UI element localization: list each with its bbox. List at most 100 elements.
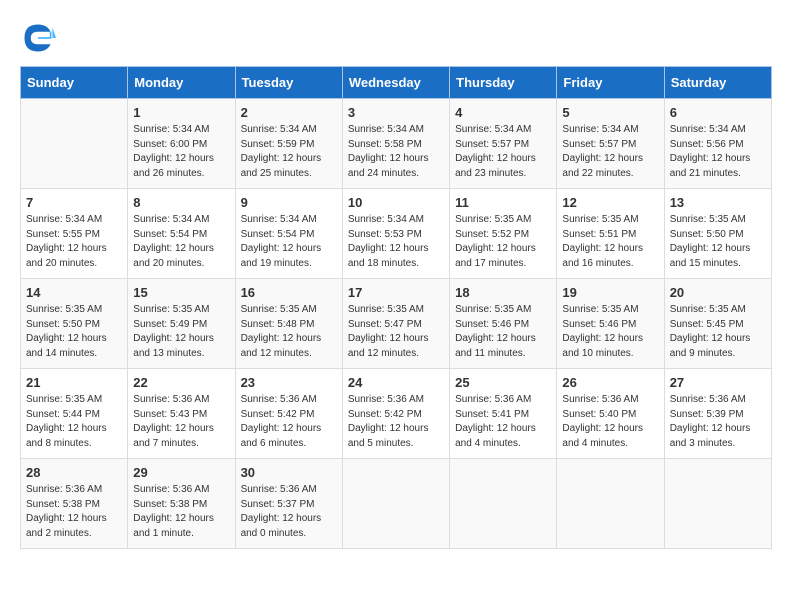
day-number: 17 [348,285,444,300]
day-info: Sunrise: 5:35 AM Sunset: 5:51 PM Dayligh… [562,213,658,271]
calendar-cell: 1 Sunrise: 5:34 AM Sunset: 6:00 PM Daylig… [128,99,235,189]
day-info: Sunrise: 5:34 AM Sunset: 5:55 PM Dayligh… [26,213,122,271]
day-info: Sunrise: 5:34 AM Sunset: 5:54 PM Dayligh… [241,213,337,271]
day-number: 3 [348,105,444,120]
day-number: 23 [241,375,337,390]
day-number: 2 [241,105,337,120]
day-info: Sunrise: 5:36 AM Sunset: 5:42 PM Dayligh… [348,393,444,451]
day-info: Sunrise: 5:34 AM Sunset: 5:57 PM Dayligh… [562,123,658,181]
day-info: Sunrise: 5:36 AM Sunset: 5:43 PM Dayligh… [133,393,229,451]
day-number: 15 [133,285,229,300]
day-number: 19 [562,285,658,300]
day-number: 29 [133,465,229,480]
day-number: 24 [348,375,444,390]
day-info: Sunrise: 5:36 AM Sunset: 5:42 PM Dayligh… [241,393,337,451]
day-number: 30 [241,465,337,480]
day-number: 27 [670,375,766,390]
calendar-week-3: 14 Sunrise: 5:35 AM Sunset: 5:50 PM Dayli… [21,279,772,369]
calendar-cell [557,459,664,549]
calendar-cell: 22 Sunrise: 5:36 AM Sunset: 5:43 PM Dayli… [128,369,235,459]
day-info: Sunrise: 5:36 AM Sunset: 5:38 PM Dayligh… [26,483,122,541]
day-info: Sunrise: 5:35 AM Sunset: 5:48 PM Dayligh… [241,303,337,361]
day-info: Sunrise: 5:34 AM Sunset: 5:58 PM Dayligh… [348,123,444,181]
calendar-cell: 17 Sunrise: 5:35 AM Sunset: 5:47 PM Dayli… [342,279,449,369]
calendar-cell: 29 Sunrise: 5:36 AM Sunset: 5:38 PM Dayli… [128,459,235,549]
day-info: Sunrise: 5:35 AM Sunset: 5:47 PM Dayligh… [348,303,444,361]
page-header [20,20,772,56]
day-info: Sunrise: 5:34 AM Sunset: 5:53 PM Dayligh… [348,213,444,271]
day-number: 21 [26,375,122,390]
calendar-cell: 12 Sunrise: 5:35 AM Sunset: 5:51 PM Dayli… [557,189,664,279]
day-number: 8 [133,195,229,210]
day-info: Sunrise: 5:35 AM Sunset: 5:46 PM Dayligh… [455,303,551,361]
day-info: Sunrise: 5:34 AM Sunset: 5:56 PM Dayligh… [670,123,766,181]
day-info: Sunrise: 5:36 AM Sunset: 5:38 PM Dayligh… [133,483,229,541]
day-info: Sunrise: 5:36 AM Sunset: 5:40 PM Dayligh… [562,393,658,451]
day-number: 18 [455,285,551,300]
day-number: 7 [26,195,122,210]
col-header-saturday: Saturday [664,67,771,99]
calendar-header-row: SundayMondayTuesdayWednesdayThursdayFrid… [21,67,772,99]
calendar-cell: 3 Sunrise: 5:34 AM Sunset: 5:58 PM Daylig… [342,99,449,189]
calendar-cell [450,459,557,549]
day-info: Sunrise: 5:35 AM Sunset: 5:50 PM Dayligh… [26,303,122,361]
calendar-cell: 24 Sunrise: 5:36 AM Sunset: 5:42 PM Dayli… [342,369,449,459]
day-number: 28 [26,465,122,480]
calendar-cell: 10 Sunrise: 5:34 AM Sunset: 5:53 PM Dayli… [342,189,449,279]
day-number: 20 [670,285,766,300]
col-header-friday: Friday [557,67,664,99]
calendar-cell: 19 Sunrise: 5:35 AM Sunset: 5:46 PM Dayli… [557,279,664,369]
calendar-cell: 20 Sunrise: 5:35 AM Sunset: 5:45 PM Dayli… [664,279,771,369]
day-number: 22 [133,375,229,390]
day-info: Sunrise: 5:35 AM Sunset: 5:50 PM Dayligh… [670,213,766,271]
day-number: 14 [26,285,122,300]
day-number: 12 [562,195,658,210]
calendar-cell: 7 Sunrise: 5:34 AM Sunset: 5:55 PM Daylig… [21,189,128,279]
calendar-cell: 13 Sunrise: 5:35 AM Sunset: 5:50 PM Dayli… [664,189,771,279]
day-info: Sunrise: 5:36 AM Sunset: 5:41 PM Dayligh… [455,393,551,451]
day-number: 10 [348,195,444,210]
col-header-tuesday: Tuesday [235,67,342,99]
day-number: 4 [455,105,551,120]
day-info: Sunrise: 5:34 AM Sunset: 5:57 PM Dayligh… [455,123,551,181]
calendar-cell [664,459,771,549]
col-header-monday: Monday [128,67,235,99]
calendar-cell: 9 Sunrise: 5:34 AM Sunset: 5:54 PM Daylig… [235,189,342,279]
day-number: 6 [670,105,766,120]
day-number: 13 [670,195,766,210]
calendar-week-5: 28 Sunrise: 5:36 AM Sunset: 5:38 PM Dayli… [21,459,772,549]
day-info: Sunrise: 5:34 AM Sunset: 5:59 PM Dayligh… [241,123,337,181]
col-header-sunday: Sunday [21,67,128,99]
day-number: 11 [455,195,551,210]
day-number: 25 [455,375,551,390]
calendar-cell: 8Sunrise: 5:34 AM Sunset: 5:54 PM Daylig… [128,189,235,279]
calendar-cell: 11Sunrise: 5:35 AM Sunset: 5:52 PM Dayli… [450,189,557,279]
calendar-week-4: 21 Sunrise: 5:35 AM Sunset: 5:44 PM Dayli… [21,369,772,459]
calendar-cell: 6 Sunrise: 5:34 AM Sunset: 5:56 PM Daylig… [664,99,771,189]
calendar-cell: 26 Sunrise: 5:36 AM Sunset: 5:40 PM Dayli… [557,369,664,459]
calendar-cell: 15Sunrise: 5:35 AM Sunset: 5:49 PM Dayli… [128,279,235,369]
day-info: Sunrise: 5:36 AM Sunset: 5:39 PM Dayligh… [670,393,766,451]
day-number: 5 [562,105,658,120]
calendar-cell: 14 Sunrise: 5:35 AM Sunset: 5:50 PM Dayli… [21,279,128,369]
calendar-cell: 4 Sunrise: 5:34 AM Sunset: 5:57 PM Daylig… [450,99,557,189]
calendar-cell: 18 Sunrise: 5:35 AM Sunset: 5:46 PM Dayli… [450,279,557,369]
calendar-cell: 27 Sunrise: 5:36 AM Sunset: 5:39 PM Dayli… [664,369,771,459]
day-number: 9 [241,195,337,210]
logo [20,20,62,56]
calendar-week-1: 1 Sunrise: 5:34 AM Sunset: 6:00 PM Daylig… [21,99,772,189]
calendar-cell [342,459,449,549]
day-info: Sunrise: 5:35 AM Sunset: 5:46 PM Dayligh… [562,303,658,361]
day-number: 26 [562,375,658,390]
day-info: Sunrise: 5:35 AM Sunset: 5:45 PM Dayligh… [670,303,766,361]
calendar-cell: 21 Sunrise: 5:35 AM Sunset: 5:44 PM Dayli… [21,369,128,459]
calendar-table: SundayMondayTuesdayWednesdayThursdayFrid… [20,66,772,549]
day-info: Sunrise: 5:34 AM Sunset: 6:00 PM Dayligh… [133,123,229,181]
col-header-thursday: Thursday [450,67,557,99]
calendar-cell: 28 Sunrise: 5:36 AM Sunset: 5:38 PM Dayli… [21,459,128,549]
day-info: Sunrise: 5:35 AM Sunset: 5:44 PM Dayligh… [26,393,122,451]
col-header-wednesday: Wednesday [342,67,449,99]
calendar-cell: 23 Sunrise: 5:36 AM Sunset: 5:42 PM Dayli… [235,369,342,459]
calendar-cell: 16Sunrise: 5:35 AM Sunset: 5:48 PM Dayli… [235,279,342,369]
day-number: 1 [133,105,229,120]
